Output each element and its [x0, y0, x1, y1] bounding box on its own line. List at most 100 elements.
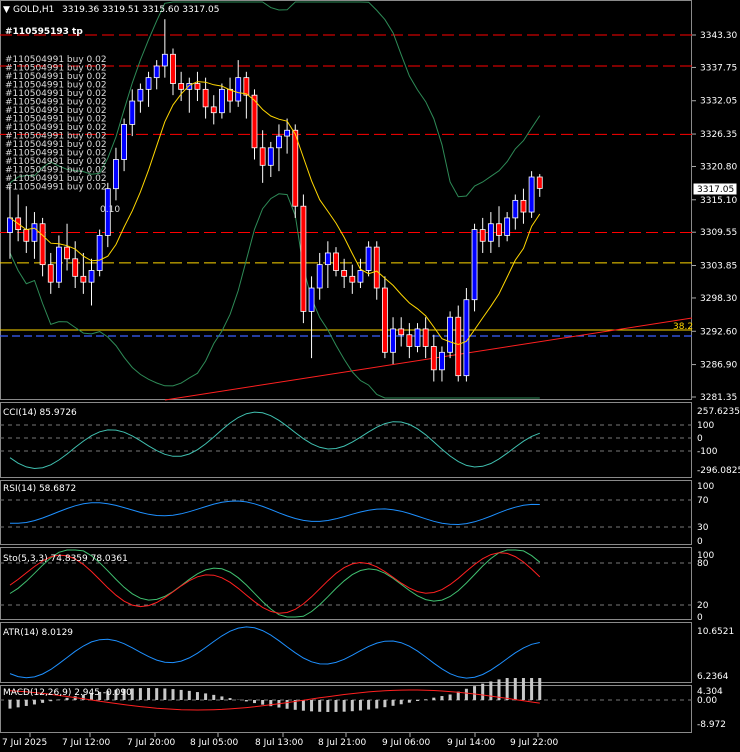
cci-label: CCI(14) 85.9726: [3, 408, 77, 418]
macd-bar: [424, 699, 428, 700]
candle-body: [88, 270, 95, 283]
macd-bar: [342, 700, 346, 712]
macd-bar: [375, 700, 379, 709]
price-tick-label: 3281.35: [700, 393, 737, 403]
price-tick-label: 3326.35: [700, 130, 737, 140]
candle-body: [80, 275, 87, 283]
candle-body: [406, 334, 413, 347]
time-tick-label: 9 Jul 06:00: [382, 738, 431, 748]
candle-body: [316, 264, 323, 289]
macd-bar: [310, 700, 314, 712]
macd-bar: [41, 700, 45, 703]
ind-tick-label: 6.2364: [697, 672, 729, 682]
macd-bar: [505, 678, 509, 700]
candle-body: [161, 53, 168, 67]
macd-bar: [489, 681, 493, 700]
order-label: #110504991 buy 0.02: [5, 183, 107, 193]
price-tick-label: 3337.75: [700, 63, 737, 73]
candle-body: [23, 229, 30, 242]
macd-bar: [204, 693, 208, 700]
ind-tick-label: -296.0825: [697, 466, 740, 476]
candle-body: [113, 159, 119, 190]
candle-body: [96, 235, 103, 271]
candle-body: [39, 223, 46, 266]
macd-bar: [171, 689, 175, 700]
trading-chart[interactable]: #110595193 tp#110504991 buy 0.02#1105049…: [0, 0, 740, 752]
price-tick-label: 3343.30: [700, 31, 737, 41]
candle-body: [455, 316, 462, 377]
atr-label: ATR(14) 8.0129: [3, 628, 73, 638]
macd-bar: [24, 700, 28, 706]
macd-bar: [163, 688, 167, 700]
price-tick-label: 3332.05: [700, 97, 737, 107]
candle-body: [243, 77, 250, 96]
order-label-small: 0.10: [100, 205, 120, 215]
macd-bar: [538, 678, 542, 700]
macd-bar: [513, 678, 517, 700]
candle-body: [276, 135, 282, 149]
macd-bar: [187, 690, 191, 700]
ind-tick-label: -8.972: [697, 720, 726, 730]
macd-bar: [350, 700, 354, 712]
order-labels: #110595193 tp#110504991 buy 0.02#1105049…: [5, 27, 120, 215]
price-tick-label: 3303.85: [700, 262, 737, 272]
candle-body: [349, 275, 356, 283]
ind-tick-label: 257.6235: [697, 407, 740, 417]
candle-body: [422, 328, 429, 347]
candle-body: [333, 252, 339, 271]
macd-bar: [383, 700, 387, 708]
candle-body: [259, 147, 266, 166]
macd-bar: [261, 700, 265, 705]
candle-body: [365, 246, 372, 271]
ind-tick-label: 10.6521: [697, 627, 734, 637]
candle-body: [7, 217, 13, 233]
price-tick-label: 3286.90: [700, 361, 737, 371]
macd-bar: [399, 700, 403, 705]
macd-bar: [155, 688, 159, 700]
candle-body: [324, 252, 331, 266]
ind-tick-label: 20: [697, 601, 709, 611]
time-tick-label: 9 Jul 22:00: [510, 738, 559, 748]
macd-label: MACD(12,26,9) 2.945 -0.090: [3, 688, 132, 698]
symbol-label: GOLD,H1: [13, 5, 54, 15]
price-tick-label: 3298.30: [700, 294, 737, 304]
current-price-tag: 3317.05: [692, 182, 738, 196]
macd-bar: [326, 700, 330, 712]
candle-body: [227, 88, 233, 102]
order-label-tp: #110595193 tp: [5, 27, 83, 37]
current-price-label: 3317.05: [697, 185, 734, 195]
candle-body: [47, 264, 54, 283]
price-tick-label: 3292.60: [700, 327, 737, 337]
candle-body: [194, 83, 201, 90]
macd-bar: [195, 692, 199, 700]
ohlc-values: 3319.36 3319.51 3315.60 3317.05: [62, 5, 219, 15]
macd-bar: [318, 700, 322, 712]
candle-body: [235, 77, 242, 102]
macd-bar: [440, 696, 444, 700]
candle-body: [31, 223, 38, 242]
ind-tick-label: 100: [697, 421, 714, 431]
macd-bar: [228, 698, 232, 700]
menu-arrow-icon[interactable]: ▼: [3, 5, 10, 15]
macd-bar: [481, 683, 485, 700]
candle-body: [56, 246, 62, 283]
time-tick-label: 7 Jul 2025: [2, 738, 47, 748]
macd-bar: [432, 697, 436, 700]
macd-bar: [49, 700, 53, 702]
macd-bar: [407, 700, 411, 703]
rsi-line: [9, 500, 540, 526]
candle-body: [170, 53, 176, 84]
ind-tick-label: 80: [697, 559, 709, 569]
price-tick-label: 3315.10: [700, 196, 737, 206]
candle-body: [496, 223, 502, 236]
macd-bar: [244, 700, 248, 702]
sto-label: Sto(5,3,3) 74.8359 78.0361: [3, 554, 128, 564]
ind-tick-label: 0: [697, 537, 703, 547]
candle-body: [292, 129, 299, 207]
candle-body: [430, 346, 437, 371]
macd-bar: [16, 700, 20, 708]
candle-body: [381, 287, 388, 353]
macd-bar: [416, 700, 419, 701]
macd-bar: [530, 678, 534, 700]
candle-body: [479, 229, 486, 242]
